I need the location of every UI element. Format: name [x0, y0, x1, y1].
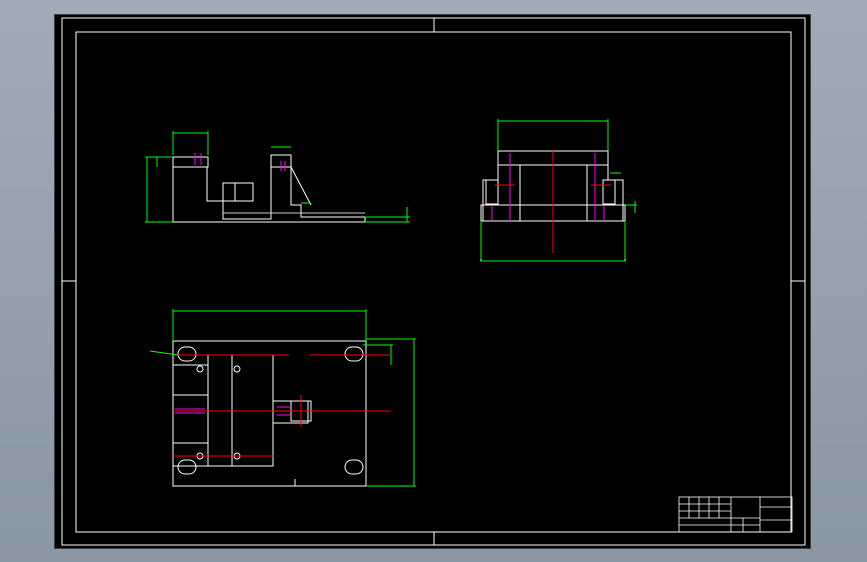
- plan-view-centerlines: [173, 354, 391, 457]
- side-view-dimensions: [480, 119, 637, 262]
- side-view[interactable]: [480, 119, 637, 262]
- title-block-frame: [678, 496, 793, 533]
- title-block[interactable]: [678, 496, 793, 533]
- front-view-outline: [172, 154, 366, 223]
- side-view-centerlines: [495, 151, 611, 253]
- inner-border: [75, 31, 792, 533]
- bolt-hole-1: [196, 365, 204, 373]
- side-view-left-block: [482, 164, 521, 221]
- slot-top-right: [344, 346, 364, 362]
- front-view-rib: [290, 166, 312, 206]
- plan-view[interactable]: [149, 309, 416, 487]
- drawing-viewport[interactable]: [54, 14, 811, 549]
- drawing-canvas[interactable]: [55, 15, 812, 550]
- side-view-right-slot: [602, 179, 616, 205]
- front-view-slot: [222, 182, 254, 202]
- slot-bottom-right: [344, 459, 364, 475]
- cad-application-window: [0, 0, 867, 562]
- bolt-hole-2: [233, 365, 241, 373]
- front-view[interactable]: [145, 131, 410, 223]
- plan-view-dimensions: [149, 309, 416, 487]
- front-view-dimensions: [145, 131, 410, 223]
- slot-top-left: [177, 346, 197, 362]
- side-view-left-slot: [485, 179, 499, 205]
- slot-bottom-left: [177, 459, 197, 475]
